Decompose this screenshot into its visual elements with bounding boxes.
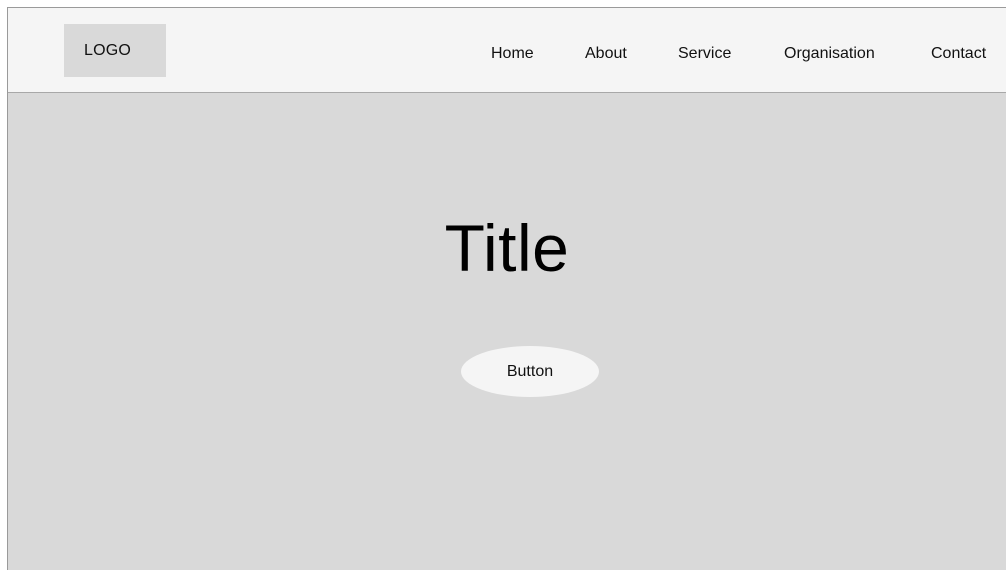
- nav-item-service[interactable]: Service: [678, 45, 731, 63]
- logo[interactable]: LOGO: [64, 24, 166, 77]
- nav-item-about[interactable]: About: [585, 45, 627, 63]
- hero-title: Title: [444, 211, 570, 285]
- nav-item-home[interactable]: Home: [491, 45, 534, 63]
- nav-item-organisation[interactable]: Organisation: [784, 45, 875, 63]
- header-navbar: LOGO Home About Service Organisation Con…: [8, 8, 1006, 93]
- nav-item-contact[interactable]: Contact: [931, 45, 986, 63]
- logo-text: LOGO: [84, 42, 132, 59]
- hero-button[interactable]: Button: [461, 346, 599, 397]
- page-frame: LOGO Home About Service Organisation Con…: [7, 7, 1006, 570]
